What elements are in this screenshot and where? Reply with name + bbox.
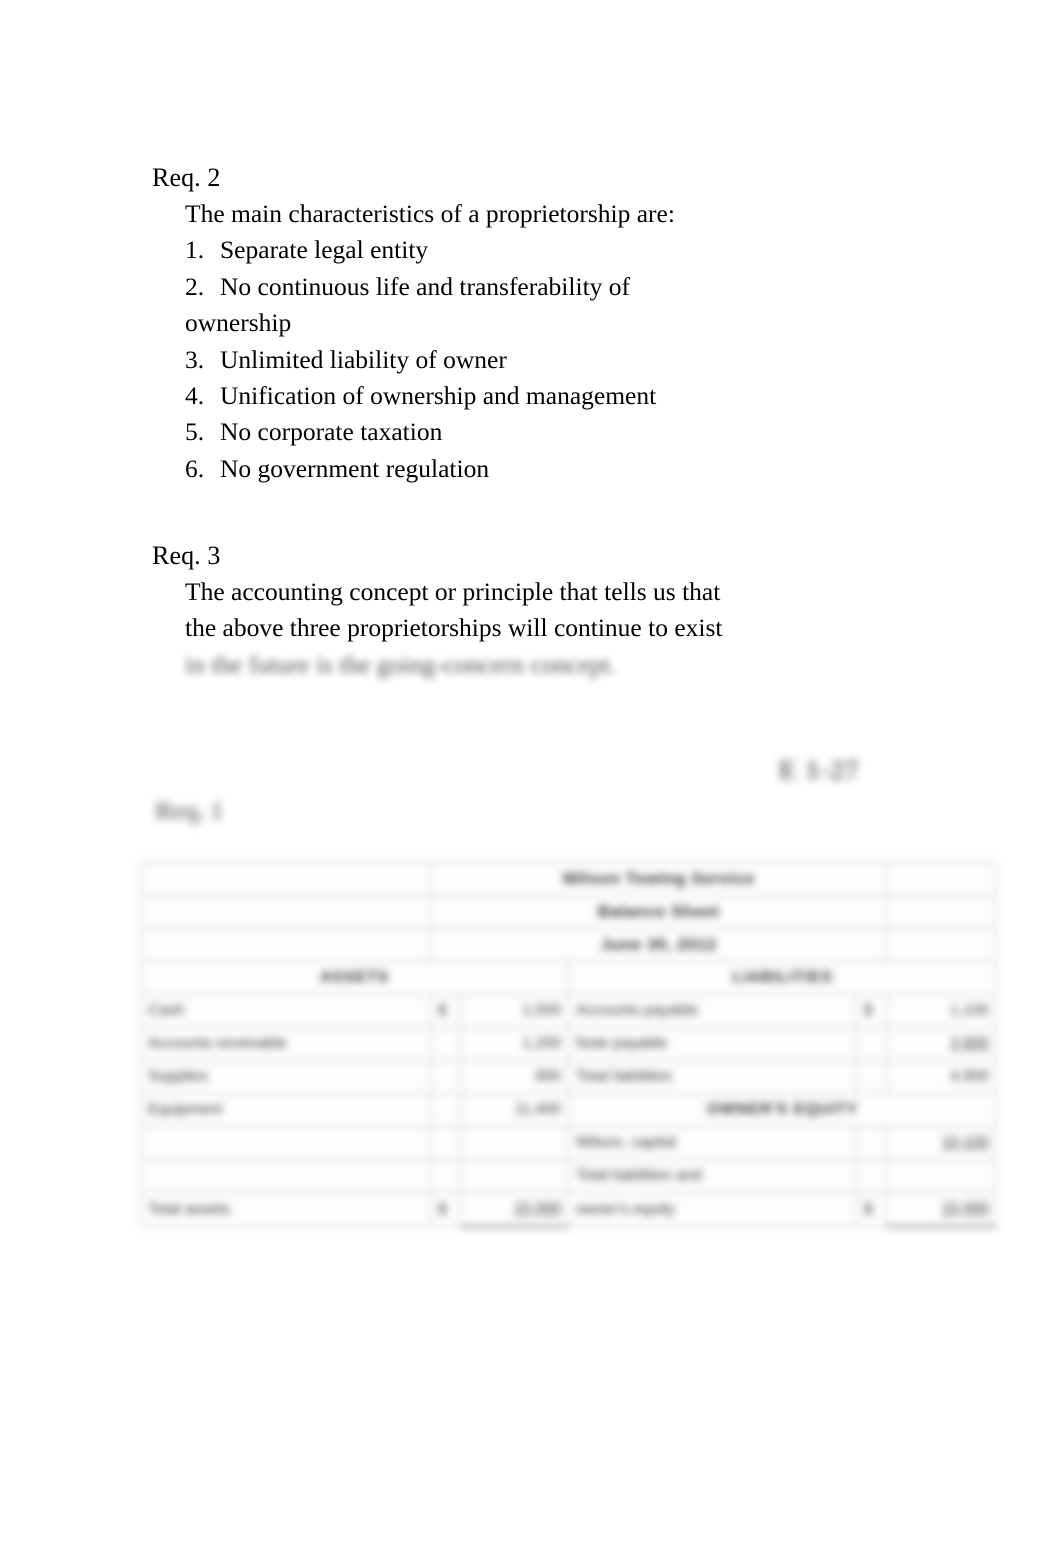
liab-equity-total-currency: $: [855, 1192, 888, 1227]
asset-currency-cash: $: [430, 994, 461, 1028]
liab-equity-total-currency-blank: [855, 1159, 888, 1193]
table-row: Supplies 900 Total liabilities 4,900: [140, 1060, 998, 1094]
asset-label-blank-1: [140, 1126, 431, 1160]
spacer-cell-d: [886, 895, 998, 929]
req2-item-4-text: Unification of ownership and management: [220, 381, 657, 411]
liab-equity-total-amount: 15,000: [886, 1192, 998, 1228]
table-row-section-headers: ASSETS LIABILITIES: [140, 961, 998, 995]
table-row-totals: Total assets $ 15,000 owner's equity $ 1…: [140, 1192, 998, 1228]
req2-item-4: 4. Unification of ownership and managemen…: [185, 378, 675, 414]
req2-item-3-number: 3.: [185, 344, 205, 374]
assets-total-label: Total assets: [140, 1192, 431, 1227]
balance-sheet-container: Wilson Towing Service Balance Sheet June…: [140, 862, 998, 1228]
asset-label-cash: Cash: [140, 994, 431, 1028]
req3-line-3: in the future is the going-concern conce…: [185, 649, 617, 679]
asset-label-accounts-receivable: Accounts receivable: [140, 1027, 431, 1061]
req2-intro: The main characteristics of a proprietor…: [185, 199, 675, 228]
req2-item-5: 5. No corporate taxation: [185, 414, 675, 450]
equity-header: OWNER'S EQUITY: [567, 1093, 998, 1127]
liab-equity-total-amount-blank: [886, 1159, 998, 1193]
spacer-cell-c: [140, 895, 431, 929]
statement-date: June 30, 2012: [429, 928, 888, 962]
asset-amount-blank-1: [460, 1126, 569, 1160]
req2-item-1-number: 1.: [185, 235, 205, 265]
asset-currency-blank-2: [430, 1159, 461, 1193]
req2-item-5-text: No corporate taxation: [220, 417, 443, 447]
spacer-cell-b: [886, 862, 998, 896]
asset-currency-supplies: [430, 1060, 461, 1094]
req2-item-1-text: Separate legal entity: [220, 235, 429, 265]
exercise-tag: E 1-27: [779, 755, 860, 785]
req3-body: The accounting concept or principle that…: [152, 574, 723, 683]
table-row: Total liabilities and: [140, 1159, 998, 1193]
table-row: Equipment 11,400 OWNER'S EQUITY: [140, 1093, 998, 1127]
document-page: Req. 2 The main characteristics of a pro…: [0, 0, 1062, 1561]
statement-name: Balance Sheet: [429, 895, 888, 929]
asset-currency-blank-1: [430, 1126, 461, 1160]
table-row: Cash $ 1,500 Accounts payable $ 1,100: [140, 994, 998, 1028]
asset-label-blank-2: [140, 1159, 431, 1193]
asset-label-supplies: Supplies: [140, 1060, 431, 1094]
req3-line-2: the above three proprietorships will con…: [185, 613, 723, 643]
requirement-3-block: Req. 3 The accounting concept or princip…: [152, 538, 723, 683]
req2-item-2-continuation: ownership: [185, 308, 292, 338]
table-row-company: Wilson Towing Service: [140, 862, 998, 896]
asset-amount-equipment: 11,400: [460, 1093, 569, 1127]
assets-header: ASSETS: [140, 961, 569, 995]
table-row: Wilson, capital 10,100: [140, 1126, 998, 1160]
liability-label-total: Total liabilities: [568, 1060, 857, 1094]
equity-label-wilson-capital: Wilson, capital: [568, 1126, 857, 1160]
liability-label-note-payable: Note payable: [568, 1027, 857, 1061]
liab-equity-total-label-line1: Total liabilities and: [568, 1159, 857, 1193]
requirement-2-block: Req. 2 The main characteristics of a pro…: [152, 160, 675, 487]
requirement-1-label: Req. 1: [155, 798, 224, 825]
liabilities-header: LIABILITIES: [567, 961, 998, 995]
table-row-statement: Balance Sheet: [140, 895, 998, 929]
asset-currency-equipment: [430, 1093, 461, 1127]
req2-item-2: 2. No continuous life and transferability…: [185, 269, 675, 305]
req2-item-5-number: 5.: [185, 417, 205, 447]
balance-sheet-table: Wilson Towing Service Balance Sheet June…: [140, 862, 998, 1228]
equity-amount-wilson-capital: 10,100: [886, 1126, 998, 1160]
asset-currency-accounts-receivable: [430, 1027, 461, 1061]
liability-amount-note-payable: 3,800: [886, 1027, 998, 1061]
req2-item-2-text: No continuous life and transferability o…: [220, 271, 631, 301]
req2-item-3: 3. Unlimited liability of owner: [185, 342, 675, 378]
assets-total-amount: 15,000: [460, 1192, 569, 1228]
req2-item-4-number: 4.: [185, 381, 205, 411]
asset-amount-accounts-receivable: 1,200: [460, 1027, 569, 1061]
liability-label-accounts-payable: Accounts payable: [568, 994, 857, 1028]
req2-item-3-text: Unlimited liability of owner: [220, 344, 507, 374]
table-row: Accounts receivable 1,200 Note payable 3…: [140, 1027, 998, 1061]
req2-body: The main characteristics of a proprietor…: [152, 196, 675, 487]
asset-amount-blank-2: [460, 1159, 569, 1193]
req2-item-6-number: 6.: [185, 453, 205, 483]
table-row-date: June 30, 2012: [140, 928, 998, 962]
spacer-cell-f: [886, 928, 998, 962]
liab-equity-total-label-line2: owner's equity: [568, 1192, 857, 1227]
liability-currency-accounts-payable: $: [855, 994, 888, 1028]
spacer-cell-e: [140, 928, 431, 962]
req2-item-2-number: 2.: [185, 271, 205, 301]
req3-line-1: The accounting concept or principle that…: [185, 577, 721, 606]
asset-label-equipment: Equipment: [140, 1093, 431, 1127]
spacer-cell-a: [140, 862, 431, 896]
req2-item-6-text: No government regulation: [220, 453, 490, 483]
asset-amount-cash: 1,500: [460, 994, 569, 1028]
liability-amount-total: 4,900: [886, 1060, 998, 1094]
company-name: Wilson Towing Service: [429, 862, 888, 896]
liability-amount-accounts-payable: 1,100: [886, 994, 998, 1028]
assets-total-currency: $: [430, 1192, 461, 1227]
liability-currency-total: [855, 1060, 888, 1094]
req2-item-6: 6. No government regulation: [185, 451, 675, 487]
req2-item-1: 1. Separate legal entity: [185, 232, 675, 268]
equity-currency-wilson-capital: [855, 1126, 888, 1160]
liability-currency-note-payable: [855, 1027, 888, 1061]
req3-heading: Req. 3: [152, 541, 221, 570]
req2-heading: Req. 2: [152, 163, 221, 192]
req2-item-2-wrap: ownership: [185, 305, 675, 341]
asset-amount-supplies: 900: [460, 1060, 569, 1094]
